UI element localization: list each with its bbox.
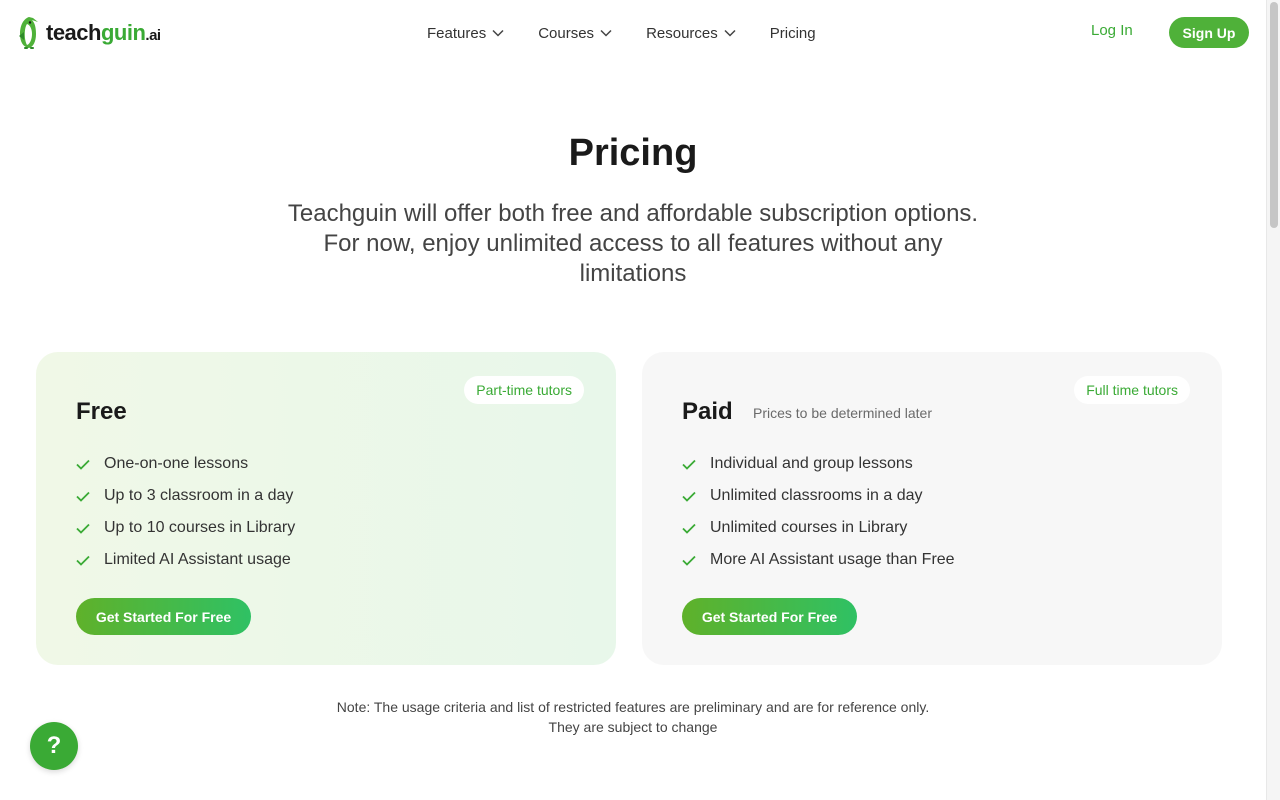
penguin-logo-icon bbox=[19, 17, 38, 49]
check-icon bbox=[682, 459, 696, 470]
plan-name: Paid bbox=[682, 398, 733, 425]
check-icon bbox=[76, 491, 90, 502]
feature-item: One-on-one lessons bbox=[76, 448, 295, 480]
pricing-page: teachguin.ai Features Courses Resources … bbox=[0, 0, 1266, 800]
check-icon bbox=[76, 523, 90, 534]
plan-price-note: Prices to be determined later bbox=[753, 405, 932, 421]
plan-badge: Full time tutors bbox=[1074, 376, 1190, 404]
logo-text-part1: teach bbox=[46, 20, 101, 45]
logo-text-part2: guin bbox=[100, 20, 146, 45]
feature-item: More AI Assistant usage than Free bbox=[682, 544, 955, 576]
nav-item-label: Pricing bbox=[769, 24, 816, 42]
plan-features: One-on-one lessons Up to 3 classroom in … bbox=[76, 448, 295, 576]
nav-item-label: Resources bbox=[646, 24, 718, 42]
check-icon bbox=[682, 555, 696, 566]
page-scrollbar[interactable] bbox=[1266, 0, 1280, 800]
nav-item-features[interactable]: Features bbox=[427, 25, 504, 42]
site-header: teachguin.ai Features Courses Resources … bbox=[0, 0, 1266, 66]
nav-item-label: Features bbox=[427, 24, 487, 42]
help-button[interactable]: ? bbox=[30, 722, 78, 770]
plan-badge: Part-time tutors bbox=[464, 376, 584, 404]
chevron-down-icon bbox=[492, 29, 504, 37]
feature-item: Up to 3 classroom in a day bbox=[76, 480, 295, 512]
chevron-down-icon bbox=[600, 29, 612, 37]
page-subtitle: Teachguin will offer both free and affor… bbox=[287, 200, 979, 287]
disclaimer-note: Note: The usage criteria and list of res… bbox=[336, 699, 930, 735]
free-plan-card: Part-time tutors Free One-on-one lessons… bbox=[36, 352, 616, 665]
feature-item: Unlimited courses in Library bbox=[682, 512, 955, 544]
login-link[interactable]: Log In bbox=[1091, 22, 1133, 39]
logo-text-suffix: .ai bbox=[145, 27, 161, 44]
feature-text: One-on-one lessons bbox=[104, 455, 249, 472]
nav-item-label: Courses bbox=[538, 24, 595, 42]
plan-features: Individual and group lessons Unlimited c… bbox=[682, 448, 955, 576]
question-icon: ? bbox=[46, 732, 62, 759]
nav-item-pricing[interactable]: Pricing bbox=[770, 25, 816, 42]
feature-text: Unlimited classrooms in a day bbox=[710, 487, 923, 504]
feature-text: Unlimited courses in Library bbox=[710, 519, 908, 536]
page-title: Pricing bbox=[568, 132, 698, 174]
scrollbar-thumb[interactable] bbox=[1270, 2, 1278, 228]
signup-button[interactable]: Sign Up bbox=[1169, 17, 1249, 48]
feature-text: Individual and group lessons bbox=[710, 455, 913, 472]
free-get-started-button[interactable]: Get Started For Free bbox=[76, 598, 251, 635]
check-icon bbox=[76, 459, 90, 470]
feature-item: Up to 10 courses in Library bbox=[76, 512, 295, 544]
feature-item: Individual and group lessons bbox=[682, 448, 955, 480]
nav-item-courses[interactable]: Courses bbox=[538, 25, 612, 42]
main-nav: Features Courses Resources Pricing bbox=[427, 0, 816, 66]
check-icon bbox=[682, 523, 696, 534]
feature-item: Unlimited classrooms in a day bbox=[682, 480, 955, 512]
check-icon bbox=[682, 491, 696, 502]
paid-get-started-button[interactable]: Get Started For Free bbox=[682, 598, 857, 635]
plan-name: Free bbox=[76, 398, 127, 425]
feature-item: Limited AI Assistant usage bbox=[76, 544, 295, 576]
feature-text: More AI Assistant usage than Free bbox=[710, 551, 955, 568]
feature-text: Up to 3 classroom in a day bbox=[104, 487, 294, 504]
paid-plan-card: Full time tutors Paid Prices to be deter… bbox=[642, 352, 1222, 665]
logo-text: teachguin.ai bbox=[46, 20, 161, 46]
feature-text: Up to 10 courses in Library bbox=[104, 519, 296, 536]
check-icon bbox=[76, 555, 90, 566]
feature-text: Limited AI Assistant usage bbox=[104, 551, 291, 568]
nav-item-resources[interactable]: Resources bbox=[646, 25, 736, 42]
chevron-down-icon bbox=[724, 29, 736, 37]
logo[interactable]: teachguin.ai bbox=[16, 16, 161, 50]
